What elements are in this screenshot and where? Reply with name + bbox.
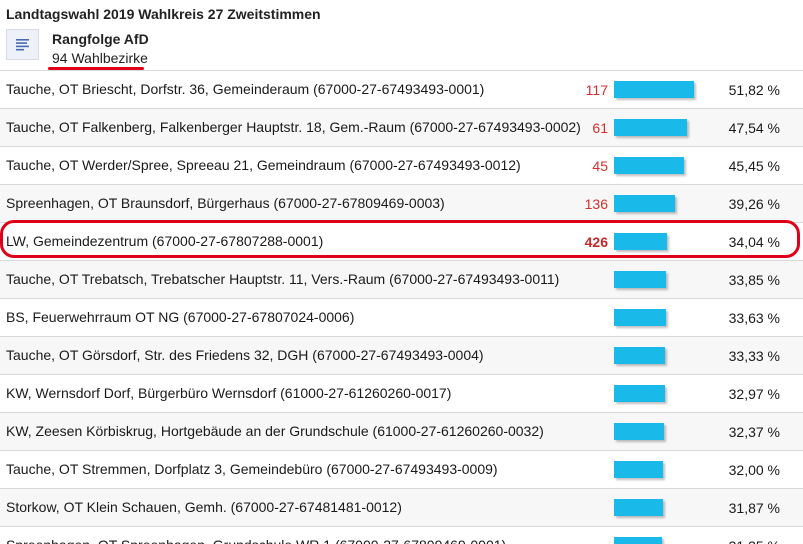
district-name: Tauche, OT Görsdorf, Str. des Friedens 3… <box>6 347 484 363</box>
table-row[interactable]: Storkow, OT Klein Schauen, Gemh. (67000-… <box>0 488 803 526</box>
table-row[interactable]: Tauche, OT Stremmen, Dorfplatz 3, Gemein… <box>0 450 803 488</box>
share-bar <box>614 537 662 544</box>
table-row[interactable]: Tauche, OT Briescht, Dorfstr. 36, Gemein… <box>0 70 803 108</box>
district-name: Tauche, OT Trebatsch, Trebatscher Haupts… <box>6 271 560 287</box>
district-name: KW, Zeesen Körbiskrug, Hortgebäude an de… <box>6 423 544 439</box>
share-bar <box>614 347 665 364</box>
table-row[interactable]: Tauche, OT Falkenberg, Falkenberger Haup… <box>0 108 803 146</box>
share-bar <box>614 499 663 516</box>
share-percent: 31,35 % <box>729 538 780 544</box>
share-percent: 51,82 % <box>728 82 780 98</box>
vote-count-annotation: 426 <box>584 234 608 250</box>
results-page: Landtagswahl 2019 Wahlkreis 27 Zweitstim… <box>0 0 803 544</box>
share-bar <box>614 385 665 402</box>
table-row[interactable]: LW, Gemeindezentrum (67000-27-67807288-0… <box>0 222 803 260</box>
district-name: Storkow, OT Klein Schauen, Gemh. (67000-… <box>6 499 402 515</box>
share-percent: 39,26 % <box>728 196 780 212</box>
district-name: LW, Gemeindezentrum (67000-27-67807288-0… <box>6 233 324 249</box>
vote-count-annotation: 136 <box>584 196 608 212</box>
table-row[interactable]: KW, Zeesen Körbiskrug, Hortgebäude an de… <box>0 412 803 450</box>
share-bar <box>614 271 666 288</box>
share-bar <box>614 81 694 98</box>
share-percent: 32,97 % <box>728 386 780 402</box>
vote-count-annotation: 117 <box>585 82 608 98</box>
share-percent: 34,04 % <box>728 234 780 250</box>
table-row[interactable]: Spreenhagen, OT Spreenhagen, Grundschule… <box>0 526 803 544</box>
table-row[interactable]: Tauche, OT Görsdorf, Str. des Friedens 3… <box>0 336 803 374</box>
district-name: Tauche, OT Briescht, Dorfstr. 36, Gemein… <box>6 81 485 97</box>
district-count: 94 Wahlbezirke <box>52 50 148 66</box>
share-bar <box>614 119 687 136</box>
share-bar <box>614 195 675 212</box>
share-bar <box>614 233 667 250</box>
district-name: BS, Feuerwehrraum OT NG (67000-27-678070… <box>6 309 355 325</box>
share-percent: 32,00 % <box>728 462 780 478</box>
table-row[interactable]: KW, Wernsdorf Dorf, Bürgerbüro Wernsdorf… <box>0 374 803 412</box>
share-percent: 33,63 % <box>728 310 780 326</box>
page-title: Landtagswahl 2019 Wahlkreis 27 Zweitstim… <box>6 6 321 22</box>
table-row[interactable]: Spreenhagen, OT Braunsdorf, Bürgerhaus (… <box>0 184 803 222</box>
document-list-icon[interactable] <box>6 29 39 60</box>
share-percent: 33,85 % <box>728 272 780 288</box>
share-percent: 32,37 % <box>728 424 780 440</box>
share-percent: 45,45 % <box>728 158 780 174</box>
share-percent: 47,54 % <box>728 120 780 136</box>
district-name: Tauche, OT Stremmen, Dorfplatz 3, Gemein… <box>6 461 498 477</box>
share-bar <box>614 309 666 326</box>
table-row[interactable]: Tauche, OT Trebatsch, Trebatscher Haupts… <box>0 260 803 298</box>
district-name: Spreenhagen, OT Braunsdorf, Bürgerhaus (… <box>6 195 445 211</box>
share-bar <box>614 461 663 478</box>
vote-count-annotation: 45 <box>592 158 608 174</box>
district-name: Tauche, OT Falkenberg, Falkenberger Haup… <box>6 119 581 135</box>
ranking-title: Rangfolge AfD <box>52 31 149 47</box>
results-table: Tauche, OT Briescht, Dorfstr. 36, Gemein… <box>0 70 803 544</box>
share-percent: 33,33 % <box>728 348 780 364</box>
district-name: KW, Wernsdorf Dorf, Bürgerbüro Wernsdorf… <box>6 385 452 401</box>
share-bar <box>614 423 664 440</box>
share-percent: 31,87 % <box>728 500 780 516</box>
table-row[interactable]: Tauche, OT Werder/Spree, Spreeau 21, Gem… <box>0 146 803 184</box>
vote-count-annotation: 61 <box>592 120 608 136</box>
share-bar <box>614 157 684 174</box>
district-name: Tauche, OT Werder/Spree, Spreeau 21, Gem… <box>6 157 521 173</box>
district-name: Spreenhagen, OT Spreenhagen, Grundschule… <box>6 537 506 544</box>
table-row[interactable]: BS, Feuerwehrraum OT NG (67000-27-678070… <box>0 298 803 336</box>
